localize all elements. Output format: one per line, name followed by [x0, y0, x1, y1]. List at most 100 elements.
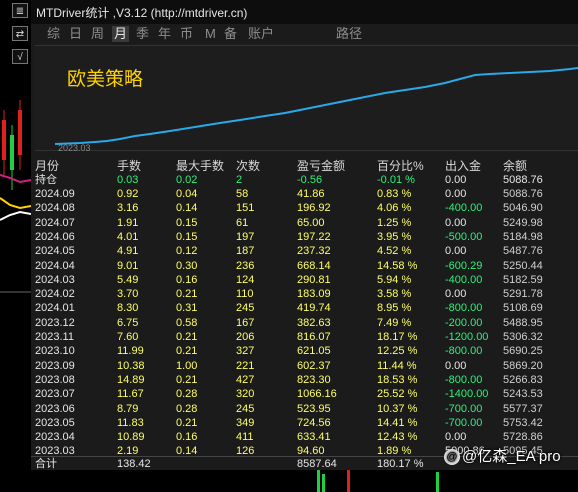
row-max-lots: 0.28 [176, 402, 198, 415]
holding-flow: 0.00 [445, 174, 467, 186]
table-row: 2023.12 6.75 0.58 167 382.63 7.49 % -200.00 548… [31, 317, 578, 330]
tab-overview[interactable]: 综 [45, 26, 62, 42]
table-row: 2023.09 10.38 1.00 221 602.37 11.44 % 0.00 5869… [31, 360, 578, 373]
row-lots: 10.89 [117, 431, 145, 444]
row-max-lots: 0.58 [176, 316, 198, 329]
tab-month[interactable]: 月 [112, 26, 130, 42]
col-balance: 余额 [503, 159, 528, 173]
row-pct: 4.06 % [377, 202, 412, 215]
tab-year[interactable]: 年 [156, 26, 173, 42]
row-pnl: 382.63 [297, 316, 331, 329]
row-pnl: 816.07 [297, 331, 331, 343]
check-icon[interactable]: √ [12, 49, 28, 64]
row-pct: 12.25 % [377, 345, 418, 358]
row-balance: 5250.44 [503, 259, 543, 272]
holding-max-lots: 0.02 [176, 174, 198, 186]
row-pnl: 65.00 [297, 216, 325, 229]
row-balance: 5243.53 [503, 388, 543, 401]
row-pct: 1.25 % [377, 216, 412, 229]
period-tabs: 综 日 周 月 季 年 币 M 备 账户 路径 [31, 24, 578, 44]
table-row: 2024.03 5.49 0.16 124 290.81 5.94 % -400.00 518… [31, 274, 578, 287]
equity-chart-panel: 欧美策略 2023.03 [35, 45, 578, 153]
table-row: 2024.05 4.91 0.12 187 237.32 4.52 % 0.00 5487.7… [31, 245, 578, 258]
row-count: 427 [236, 373, 255, 386]
row-pct: 3.95 % [377, 230, 412, 243]
row-count: 327 [236, 345, 255, 358]
row-pct: 5.94 % [377, 273, 412, 286]
watermark: @ @亿森_EA pro [444, 446, 561, 468]
row-max-lots: 0.30 [176, 259, 198, 272]
tab-path[interactable]: 路径 [334, 26, 364, 42]
row-flow: -700.00 [445, 416, 483, 429]
col-percent: 百分比% [377, 159, 424, 173]
row-balance: 5182.59 [503, 273, 543, 286]
row-max-lots: 0.16 [176, 273, 198, 286]
row-max-lots: 0.31 [176, 302, 198, 315]
tab-notes[interactable]: 备 [222, 26, 239, 42]
row-max-lots: 0.15 [176, 230, 198, 243]
menu-icon[interactable]: ≣ [12, 3, 28, 18]
holding-pnl: -0.56 [297, 174, 323, 186]
row-flow: -800.00 [445, 345, 483, 358]
row-count: 245 [236, 402, 255, 415]
row-balance: 5869.20 [503, 359, 543, 372]
row-month: 2023.06 [35, 402, 75, 415]
row-pnl: 621.05 [297, 345, 331, 358]
row-pct: 18.53 % [377, 373, 418, 386]
row-pct: 0.83 % [377, 188, 412, 200]
col-flow: 出入金 [445, 159, 482, 173]
row-balance: 5108.69 [503, 302, 543, 315]
tab-account[interactable]: 账户 [246, 26, 276, 42]
row-balance: 5488.95 [503, 316, 543, 329]
col-count: 次数 [236, 159, 261, 173]
row-pnl: 197.22 [297, 230, 331, 243]
row-balance: 5184.98 [503, 230, 543, 243]
row-count: 221 [236, 359, 255, 372]
tab-quarter[interactable]: 季 [134, 26, 151, 42]
total-pct: 180.17 % [377, 458, 424, 470]
tab-day[interactable]: 日 [67, 26, 84, 42]
row-flow: -1400.00 [445, 388, 489, 401]
row-flow: -800.00 [445, 302, 483, 315]
row-max-lots: 0.14 [176, 202, 198, 215]
row-max-lots: 0.21 [176, 288, 198, 301]
tab-m[interactable]: M [203, 26, 218, 42]
row-month: 2023.05 [35, 416, 75, 429]
row-lots: 0.92 [117, 188, 139, 200]
table-row: 2023.07 11.67 0.28 320 1066.16 25.52 % -1400.0… [31, 388, 578, 401]
tab-week[interactable]: 周 [89, 26, 106, 42]
row-max-lots: 0.21 [176, 416, 198, 429]
row-flow: -600.29 [445, 259, 483, 272]
row-month: 2023.08 [35, 373, 75, 386]
col-max-lots: 最大手数 [176, 159, 225, 173]
switch-icon[interactable]: ⇄ [12, 26, 28, 41]
row-month: 2024.05 [35, 245, 75, 258]
table-row: 2023.06 8.79 0.28 245 523.95 10.37 % -700.00 55… [31, 403, 578, 416]
row-max-lots: 0.21 [176, 331, 198, 343]
tab-currency[interactable]: 币 [178, 26, 195, 42]
row-pnl: 183.09 [297, 288, 331, 301]
stats-window: MTDriver统计 ,V3.12 (http://mtdriver.cn) 综… [31, 0, 578, 492]
row-max-lots: 0.21 [176, 345, 198, 358]
row-flow: -200.00 [445, 316, 483, 329]
background-chart-strip: ≣ ⇄ √ [0, 0, 31, 492]
row-count: 236 [236, 259, 255, 272]
row-pct: 11.44 % [377, 359, 417, 372]
row-count: 197 [236, 230, 255, 243]
row-count: 167 [236, 316, 255, 329]
row-flow: 0.00 [445, 188, 467, 200]
row-pct: 3.58 % [377, 288, 412, 301]
row-count: 187 [236, 245, 255, 258]
bg-bar [436, 472, 439, 492]
table-header: 月份 手数 最大手数 次数 盈亏金额 百分比% 出入金 余额 [31, 160, 578, 173]
row-pnl: 290.81 [297, 273, 331, 286]
row-count: 206 [236, 331, 255, 343]
row-lots: 14.89 [117, 373, 145, 386]
row-lots: 4.91 [117, 245, 139, 258]
row-balance: 5249.98 [503, 216, 543, 229]
bg-bar [317, 470, 320, 492]
table-row: 2023.05 11.83 0.21 349 724.56 14.41 % -700.00 5… [31, 417, 578, 430]
row-flow: -700.00 [445, 402, 483, 415]
row-lots: 8.30 [117, 302, 139, 315]
row-lots: 11.67 [117, 388, 144, 401]
